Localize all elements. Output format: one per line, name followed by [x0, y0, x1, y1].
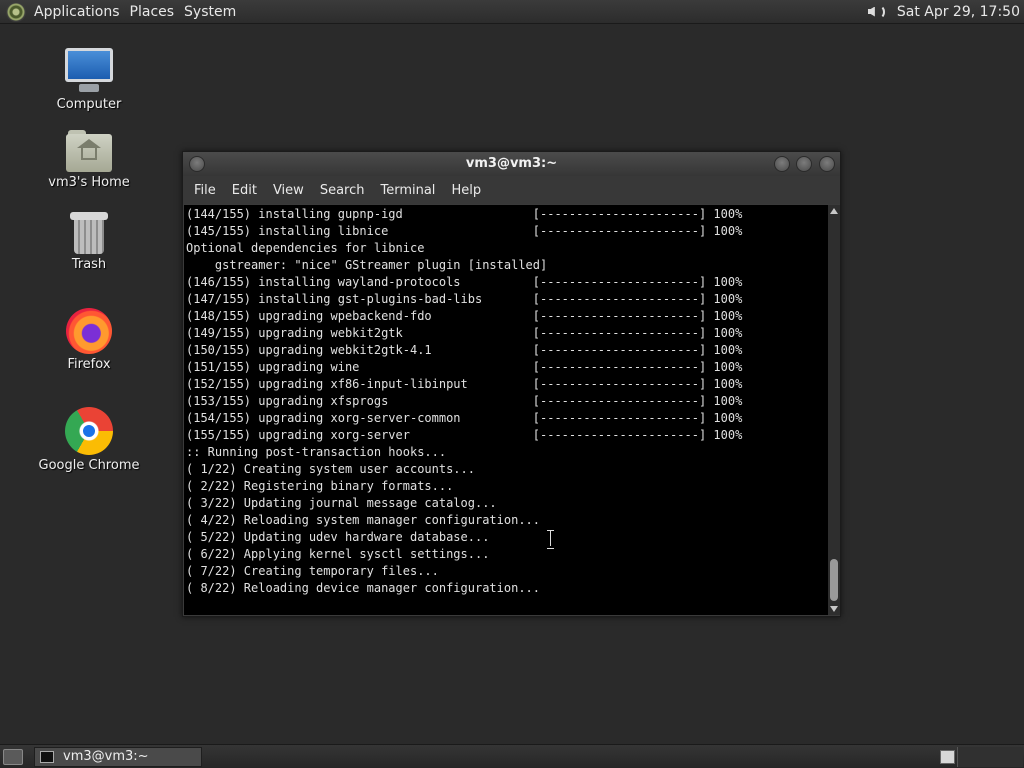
menu-file[interactable]: File [186, 183, 224, 198]
terminal-line: gstreamer: "nice" GStreamer plugin [inst… [186, 258, 548, 272]
bottom-panel: vm3@vm3:~ [0, 744, 1024, 768]
terminal-line: (144/155) installing gupnp-igd [--------… [186, 207, 743, 221]
terminal-line: (153/155) upgrading xfsprogs [----------… [186, 394, 743, 408]
workspace-switcher-1[interactable] [940, 750, 955, 764]
terminal-line: (151/155) upgrading wine [--------------… [186, 360, 743, 374]
menu-system[interactable]: System [182, 4, 244, 20]
terminal-icon [40, 751, 54, 763]
scroll-down-icon[interactable] [830, 606, 838, 612]
terminal-line: ( 8/22) Reloading device manager configu… [186, 581, 541, 595]
desktop-icon-home[interactable]: vm3's Home [34, 130, 144, 190]
desktop-icon-label: Firefox [67, 357, 111, 372]
desktop-icon-label: Trash [71, 257, 107, 272]
desktop-icon-trash[interactable]: Trash [34, 210, 144, 272]
menu-help[interactable]: Help [443, 183, 489, 198]
terminal-line: (148/155) upgrading wpebackend-fdo [----… [186, 309, 743, 323]
desktop-icon-chrome[interactable]: Google Chrome [34, 407, 144, 473]
desktop-icon-label: Google Chrome [38, 458, 140, 473]
scroll-up-icon[interactable] [830, 208, 838, 214]
desktop-icon-computer[interactable]: Computer [34, 46, 144, 112]
terminal-line: ( 1/22) Creating system user accounts... [186, 462, 475, 476]
terminal-line: ( 6/22) Applying kernel sysctl settings.… [186, 547, 490, 561]
menu-search[interactable]: Search [312, 183, 373, 198]
terminal-line: (149/155) upgrading webkit2gtk [--------… [186, 326, 743, 340]
desktop-icon-label: vm3's Home [48, 175, 130, 190]
menu-applications[interactable]: Applications [32, 4, 128, 20]
terminal-line: (150/155) upgrading webkit2gtk-4.1 [----… [186, 343, 743, 357]
menu-edit[interactable]: Edit [224, 183, 265, 198]
home-folder-icon [66, 130, 112, 172]
scrollbar-thumb[interactable] [830, 559, 838, 601]
workspace-switcher-2[interactable] [957, 747, 1023, 767]
menu-view[interactable]: View [265, 183, 312, 198]
terminal-line: ( 2/22) Registering binary formats... [186, 479, 454, 493]
terminal-line: (145/155) installing libnice [----------… [186, 224, 743, 238]
computer-icon [65, 46, 113, 94]
desktop-icon-label: Computer [56, 97, 122, 112]
panel-clock[interactable]: Sat Apr 29, 17:50 [897, 4, 1020, 20]
terminal-menubar: File Edit View Search Terminal Help [183, 176, 840, 204]
top-panel: Applications Places System Sat Apr 29, 1… [0, 0, 1024, 24]
main-menu-logo-icon[interactable] [6, 1, 26, 22]
trash-icon [70, 210, 108, 254]
speaker-volume-icon[interactable] [865, 2, 887, 22]
close-icon[interactable] [819, 156, 835, 172]
terminal-line: ( 5/22) Updating udev hardware database.… [186, 530, 490, 544]
terminal-line: (147/155) installing gst-plugins-bad-lib… [186, 292, 743, 306]
terminal-line: (154/155) upgrading xorg-server-common [… [186, 411, 743, 425]
terminal-line: (146/155) installing wayland-protocols [… [186, 275, 743, 289]
maximize-icon[interactable] [796, 156, 812, 172]
terminal-scrollbar[interactable] [828, 205, 840, 615]
terminal-line: (155/155) upgrading xorg-server [-------… [186, 428, 743, 442]
firefox-icon [66, 308, 112, 354]
menu-places[interactable]: Places [128, 4, 183, 20]
terminal-line: :: Running post-transaction hooks... [186, 445, 447, 459]
terminal-window[interactable]: vm3@vm3:~ File Edit View Search Terminal… [182, 151, 841, 617]
terminal-output[interactable]: (144/155) installing gupnp-igd [--------… [184, 205, 828, 615]
terminal-line: ( 3/22) Updating journal message catalog… [186, 496, 497, 510]
desktop-icon-firefox[interactable]: Firefox [34, 308, 144, 372]
show-desktop-icon[interactable] [3, 749, 23, 765]
terminal-line: ( 4/22) Reloading system manager configu… [186, 513, 541, 527]
terminal-line: ( 7/22) Creating temporary files... [186, 564, 439, 578]
text-cursor-icon [546, 530, 555, 549]
minimize-icon[interactable] [774, 156, 790, 172]
terminal-line: (152/155) upgrading xf86-input-libinput … [186, 377, 743, 391]
window-titlebar[interactable]: vm3@vm3:~ [183, 152, 840, 176]
taskbar-button-label: vm3@vm3:~ [63, 749, 149, 764]
window-title: vm3@vm3:~ [465, 156, 558, 171]
taskbar-button-terminal[interactable]: vm3@vm3:~ [34, 747, 202, 767]
window-menu-icon[interactable] [189, 156, 205, 172]
chrome-icon [65, 407, 113, 455]
terminal-line: Optional dependencies for libnice [186, 241, 425, 255]
menu-terminal[interactable]: Terminal [372, 183, 443, 198]
